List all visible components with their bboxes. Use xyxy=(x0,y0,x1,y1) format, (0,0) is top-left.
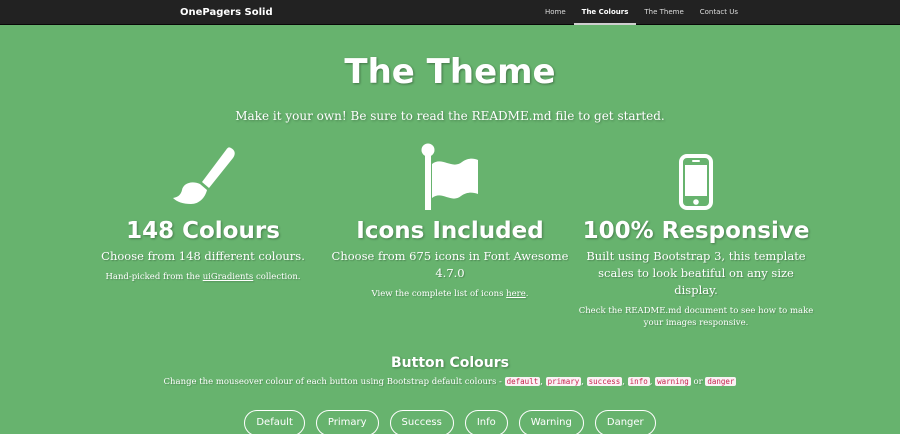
mobile-phone-icon xyxy=(576,138,816,210)
danger-button[interactable]: Danger xyxy=(594,410,656,434)
nav-item-the-theme[interactable]: The Theme xyxy=(636,0,691,25)
feature-icons: Icons Included Choose from 675 icons in … xyxy=(330,138,570,300)
navbar-brand[interactable]: OnePagers Solid xyxy=(180,0,273,25)
page-title: The Theme xyxy=(344,52,556,92)
flag-icon xyxy=(330,138,570,210)
nav-item-home[interactable]: Home xyxy=(537,0,574,25)
separator: , xyxy=(581,377,587,387)
code-warning: warning xyxy=(655,377,691,386)
note-text: View the complete list of icons xyxy=(371,289,507,299)
button-colours-heading: Button Colours xyxy=(391,355,509,371)
uigradients-link[interactable]: uiGradients xyxy=(203,272,254,282)
feature-lead: Choose from 148 different colours. xyxy=(101,249,305,263)
feature-title: Icons Included xyxy=(356,218,544,244)
feature-colours: 148 Colours Choose from 148 different co… xyxy=(83,138,323,283)
code-danger: danger xyxy=(705,377,737,386)
page-subtitle: Make it your own! Be sure to read the RE… xyxy=(235,109,665,123)
code-success: success xyxy=(586,377,623,386)
feature-note: Hand-picked from the uiGradients collect… xyxy=(83,271,323,283)
feature-title: 148 Colours xyxy=(126,218,280,244)
warning-button[interactable]: Warning xyxy=(518,410,584,434)
feature-responsive: 100% Responsive Built using Bootstrap 3,… xyxy=(576,138,816,329)
code-info: info xyxy=(627,377,650,386)
button-row: Default Primary Success Info Warning Dan… xyxy=(0,410,900,434)
default-button[interactable]: Default xyxy=(244,410,305,434)
feature-title: 100% Responsive xyxy=(582,218,810,244)
separator: , xyxy=(622,377,628,387)
navbar: OnePagers Solid Home The Colours The The… xyxy=(0,0,900,25)
note-text: Hand-picked from the xyxy=(105,272,203,282)
code-default: default xyxy=(504,377,541,386)
feature-lead: Choose from 675 icons in Font Awesome 4.… xyxy=(331,249,569,280)
nav-item-contact-us[interactable]: Contact Us xyxy=(692,0,746,25)
note-text: collection. xyxy=(253,272,301,282)
feature-note: View the complete list of icons here. xyxy=(330,288,570,300)
nav-menu: Home The Colours The Theme Contact Us xyxy=(537,0,746,25)
info-button[interactable]: Info xyxy=(464,410,508,434)
feature-note: Check the README.md document to see how … xyxy=(578,306,814,328)
success-button[interactable]: Success xyxy=(389,410,454,434)
button-colours-description: Change the mouseover colour of each butt… xyxy=(0,377,900,387)
note-text: . xyxy=(525,289,529,299)
description-text: Change the mouseover colour of each butt… xyxy=(163,377,505,387)
separator: , xyxy=(540,377,546,387)
icons-list-link[interactable]: here xyxy=(506,289,526,299)
primary-button[interactable]: Primary xyxy=(315,410,379,434)
feature-lead: Built using Bootstrap 3, this template s… xyxy=(586,249,806,297)
nav-item-the-colours[interactable]: The Colours xyxy=(573,0,637,25)
paint-brush-icon xyxy=(83,138,323,210)
code-primary: primary xyxy=(545,377,582,386)
separator: or xyxy=(690,377,706,387)
